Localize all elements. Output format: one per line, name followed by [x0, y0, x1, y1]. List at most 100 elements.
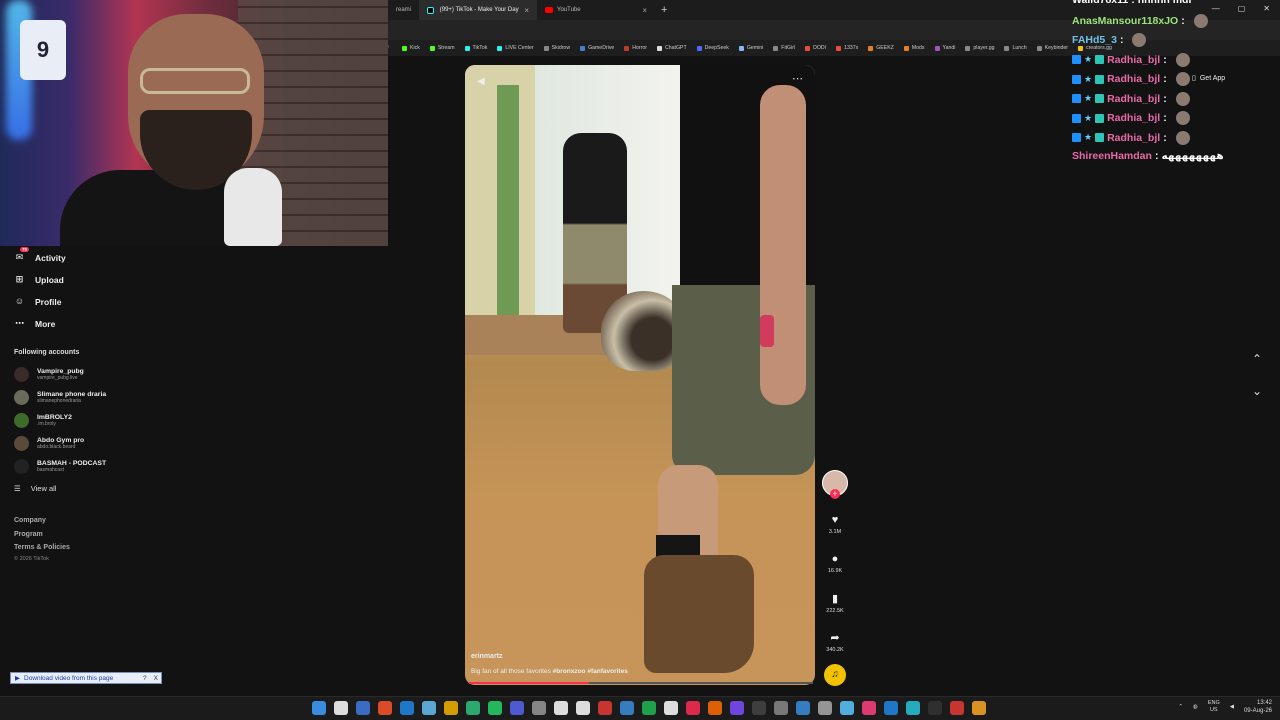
bookmark-item[interactable]: DODI	[805, 45, 826, 51]
taskbar-app-icon[interactable]	[422, 701, 436, 715]
taskbar-app-icon[interactable]	[378, 701, 392, 715]
comment-button[interactable]: ● 16.9K	[820, 553, 850, 574]
bookmark-item[interactable]: player.gg	[965, 45, 994, 51]
taskbar-app-icon[interactable]	[928, 701, 942, 715]
hashtag[interactable]: #bronxzoo	[553, 668, 586, 675]
taskbar-app-icon[interactable]	[532, 701, 546, 715]
taskbar-app-icon[interactable]	[972, 701, 986, 715]
follow-button[interactable]: +	[830, 489, 840, 499]
tab-other[interactable]: reami	[388, 0, 419, 20]
taskbar-app-icon[interactable]	[686, 701, 700, 715]
taskbar-app-icon[interactable]	[708, 701, 722, 715]
taskbar-app-icon[interactable]	[642, 701, 656, 715]
chat-username[interactable]: Radhia_bjl	[1107, 73, 1160, 85]
previous-video-chevron-up-icon[interactable]: ⌃	[1252, 352, 1262, 366]
following-account[interactable]: Abdo Gym pro abdo.black.beard	[14, 436, 84, 451]
chat-username[interactable]: Radhia_bjl	[1107, 54, 1160, 66]
clock[interactable]: 13:42 09-Aug-26	[1244, 699, 1272, 715]
following-account[interactable]: Slimane phone draria slimanephonedraria	[14, 390, 106, 405]
start-menu-icon[interactable]	[312, 701, 326, 715]
download-video-link[interactable]: Download video from this page	[24, 675, 113, 682]
taskbar-app-icon[interactable]	[356, 701, 370, 715]
bookmark-item[interactable]: Keybinder	[1036, 45, 1068, 51]
video-progress-bar[interactable]	[469, 682, 813, 684]
bookmark-item[interactable]: Kick	[402, 45, 420, 51]
tab-tiktok[interactable]: (99+) TikTok - Make Your Day ×	[419, 0, 538, 20]
new-tab-button[interactable]: +	[661, 4, 667, 16]
taskbar-app-icon[interactable]	[488, 701, 502, 715]
taskbar-app-icon[interactable]	[444, 701, 458, 715]
language-indicator[interactable]: ENG US	[1208, 700, 1220, 714]
footer-company[interactable]: Company	[14, 517, 46, 524]
bookmark-item[interactable]: Yandi	[934, 45, 955, 51]
bookmark-item[interactable]: Gemini	[738, 45, 763, 51]
taskbar-app-icon[interactable]	[598, 701, 612, 715]
taskbar-app-icon[interactable]	[884, 701, 898, 715]
taskbar-app-icon[interactable]	[554, 701, 568, 715]
following-account[interactable]: ImBROLY2 .im.broly	[14, 413, 72, 428]
bookmark-item[interactable]: 1337x	[836, 45, 858, 51]
taskbar-app-icon[interactable]	[400, 701, 414, 715]
footer-terms[interactable]: Terms & Policies	[14, 544, 70, 551]
like-button[interactable]: ♥ 3.1M	[820, 514, 850, 535]
taskbar-app-icon[interactable]	[664, 701, 678, 715]
sidebar-item-upload[interactable]: ⊞ Upload	[14, 274, 64, 285]
more-options-icon[interactable]: ⋯	[792, 72, 803, 85]
help-button[interactable]: ?	[140, 675, 150, 682]
chevron-up-icon[interactable]: ⌃	[1178, 704, 1183, 710]
bookmark-item[interactable]: LIVE Center	[497, 45, 534, 51]
sidebar-item-more[interactable]: ⋯ More	[14, 318, 55, 329]
tab-youtube[interactable]: YouTube ×	[537, 0, 655, 20]
taskbar-app-icon[interactable]	[620, 701, 634, 715]
save-button[interactable]: ▮ 222.5K	[820, 592, 850, 614]
chat-username[interactable]: AnasMansour118xJO	[1072, 15, 1178, 27]
taskbar-app-icon[interactable]	[862, 701, 876, 715]
bookmark-item[interactable]: ChatGPT	[657, 45, 687, 51]
network-icon[interactable]: ◍	[1193, 704, 1198, 710]
hashtag[interactable]: #fanfavorites	[587, 668, 627, 675]
volume-tray-icon[interactable]: ◀	[1230, 704, 1234, 710]
next-video-chevron-down-icon[interactable]: ⌄	[1252, 384, 1262, 398]
taskbar-app-icon[interactable]	[796, 701, 810, 715]
close-tab-icon[interactable]: ×	[524, 6, 529, 15]
sidebar-item-activity[interactable]: ✉ 79 Activity	[14, 247, 66, 263]
bookmark-item[interactable]: Lunch	[1004, 45, 1027, 51]
taskbar-app-icon[interactable]	[840, 701, 854, 715]
chat-username[interactable]: Radhia_bjl	[1107, 93, 1160, 105]
bookmark-item[interactable]: Horror	[624, 45, 647, 51]
sidebar-item-profile[interactable]: ☺ Profile	[14, 296, 62, 307]
taskbar-app-icon[interactable]	[752, 701, 766, 715]
following-account[interactable]: Vampire_pubg vampire_pubg.live	[14, 367, 84, 382]
video-player[interactable]	[465, 65, 815, 685]
bookmark-item[interactable]: Skidrow	[543, 45, 570, 51]
get-app-button[interactable]: ▯ Get App	[1192, 74, 1225, 83]
taskbar-app-icon[interactable]	[906, 701, 920, 715]
close-tab-icon[interactable]: ×	[642, 6, 647, 15]
chat-username[interactable]: FAHd5_3	[1072, 34, 1117, 46]
bookmark-item[interactable]: GameDrive	[580, 45, 614, 51]
view-all-link[interactable]: ☰ View all	[14, 484, 56, 493]
taskbar-app-icon[interactable]	[950, 701, 964, 715]
taskbar-app-icon[interactable]	[466, 701, 480, 715]
taskbar-app-icon[interactable]	[576, 701, 590, 715]
video-author[interactable]: erinmartz	[471, 653, 503, 660]
download-video-bar[interactable]: ▶ Download video from this page ? X	[10, 672, 162, 684]
bookmark-item[interactable]: TikTok	[464, 45, 487, 51]
bookmark-item[interactable]: FitGirl	[773, 45, 795, 51]
bookmark-item[interactable]: GEEKZ	[868, 45, 894, 51]
taskbar-app-icon[interactable]	[774, 701, 788, 715]
music-disc-icon[interactable]: ♫	[824, 664, 846, 686]
chat-username[interactable]: Walid78x11	[1072, 0, 1128, 6]
taskbar-app-icon[interactable]	[334, 701, 348, 715]
volume-icon[interactable]: ◀	[477, 76, 485, 87]
chat-username[interactable]: Radhia_bjl	[1107, 112, 1160, 124]
close-button[interactable]: X	[154, 675, 161, 682]
chat-username[interactable]: Radhia_bjl	[1107, 132, 1160, 144]
share-button[interactable]: ➦ 340.2K	[820, 631, 850, 653]
footer-program[interactable]: Program	[14, 531, 43, 538]
taskbar-app-icon[interactable]	[510, 701, 524, 715]
taskbar-app-icon[interactable]	[818, 701, 832, 715]
following-account[interactable]: BASMAH - PODCAST basmahcast	[14, 459, 106, 474]
bookmark-item[interactable]: Stream	[429, 45, 455, 51]
chat-username[interactable]: ShireenHamdan	[1072, 150, 1152, 162]
